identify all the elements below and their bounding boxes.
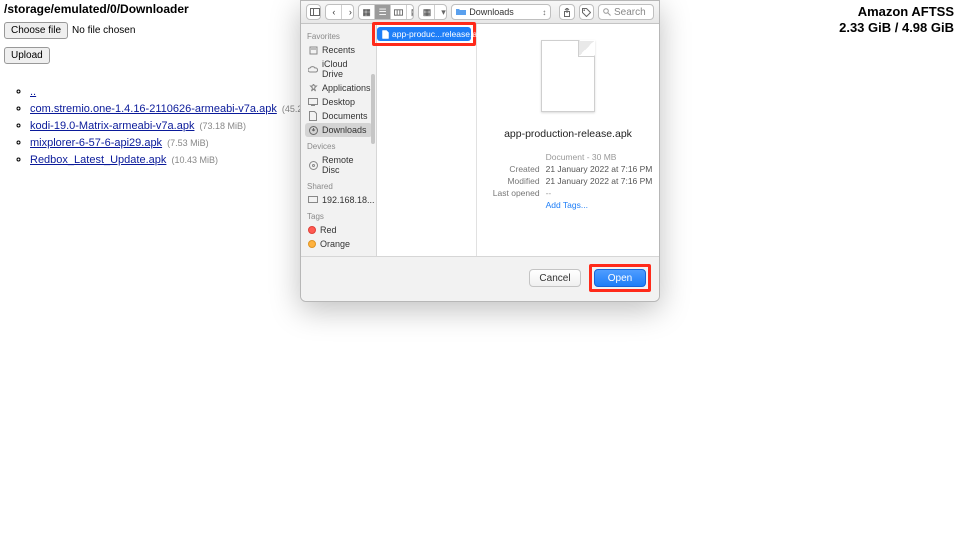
no-file-label: No file chosen bbox=[72, 25, 135, 36]
sidebar-item-label: Applications bbox=[322, 83, 371, 93]
chevron-up-down-icon: ↕ bbox=[542, 8, 546, 17]
file-preview-icon bbox=[541, 40, 595, 112]
sidebar-item-downloads[interactable]: Downloads bbox=[305, 123, 372, 137]
file-metadata: Document - 30 MB Created 21 January 2022 … bbox=[484, 152, 653, 210]
finder-toolbar: ‹ › ▦ ☰ ▤ ▦ ▾ Downloads ↕ bbox=[301, 1, 659, 24]
path-label: Downloads bbox=[469, 7, 514, 17]
sidebar-item-tag-red[interactable]: Red bbox=[305, 223, 372, 237]
sidebar-item-documents[interactable]: Documents bbox=[305, 109, 372, 123]
file-column[interactable]: app-produc...release.apk bbox=[377, 24, 477, 256]
add-tags-link[interactable]: Add Tags... bbox=[546, 200, 588, 210]
file-link[interactable]: mixplorer-6-57-6-api29.apk bbox=[30, 137, 162, 149]
file-size: (7.53 MiB) bbox=[167, 138, 209, 148]
highlight-open-button: Open bbox=[589, 264, 651, 292]
open-button[interactable]: Open bbox=[594, 269, 646, 287]
dialog-footer: Cancel Open bbox=[301, 256, 659, 301]
share-icon bbox=[563, 8, 571, 17]
sidebar-head-shared: Shared bbox=[307, 182, 372, 191]
view-icon-gallery[interactable]: ▤ bbox=[407, 5, 414, 19]
folder-icon bbox=[456, 8, 466, 16]
meta-lastopened-label: Last opened bbox=[484, 188, 540, 198]
clock-icon bbox=[308, 45, 318, 55]
download-icon bbox=[308, 125, 318, 135]
device-info: Amazon AFTSS 2.33 GiB / 4.98 GiB bbox=[839, 4, 954, 37]
file-link[interactable]: com.stremio.one-1.4.16-2110626-armeabi-v… bbox=[30, 103, 277, 115]
monitor-icon bbox=[308, 195, 318, 205]
sidebar-item-label: iCloud Drive bbox=[322, 59, 369, 79]
group-menu[interactable]: ▦ ▾ bbox=[418, 4, 447, 20]
device-model: Amazon AFTSS bbox=[839, 4, 954, 20]
sidebar-item-label: Documents bbox=[322, 111, 368, 121]
sidebar-item-applications[interactable]: Applications bbox=[305, 81, 372, 95]
meta-modified-value: 21 January 2022 at 7:16 PM bbox=[546, 176, 653, 186]
sidebar-item-label: Desktop bbox=[322, 97, 355, 107]
tags-button[interactable] bbox=[579, 4, 594, 20]
sidebar-scrollbar[interactable] bbox=[371, 74, 375, 144]
search-placeholder: Search bbox=[614, 7, 646, 18]
desktop-icon bbox=[308, 97, 318, 107]
view-mode[interactable]: ▦ ☰ ▤ bbox=[358, 4, 414, 20]
sidebar-head-favorites: Favorites bbox=[307, 32, 372, 41]
file-icon bbox=[382, 30, 389, 39]
document-icon bbox=[308, 111, 318, 121]
file-size: (73.18 MiB) bbox=[200, 121, 247, 131]
meta-kind-size: Document - 30 MB bbox=[546, 152, 653, 162]
file-size: (10.43 MiB) bbox=[171, 155, 218, 165]
meta-modified-label: Modified bbox=[484, 176, 540, 186]
back-icon[interactable]: ‹ bbox=[326, 5, 342, 19]
file-link[interactable]: kodi-19.0-Matrix-armeabi-v7a.apk bbox=[30, 120, 194, 132]
disc-icon bbox=[308, 160, 318, 170]
selected-file-label: app-produc...release.apk bbox=[392, 29, 486, 39]
search-icon bbox=[603, 8, 611, 16]
nav-buttons[interactable]: ‹ › bbox=[325, 4, 354, 20]
highlight-selected-file: app-produc...release.apk bbox=[372, 22, 476, 46]
sidebar-item-icloud[interactable]: iCloud Drive bbox=[305, 57, 372, 81]
tag-dot-red bbox=[308, 226, 316, 234]
sidebar-icon bbox=[307, 5, 321, 19]
detail-pane: app-production-release.apk Document - 30… bbox=[477, 24, 659, 256]
storage-status: 2.33 GiB / 4.98 GiB bbox=[839, 20, 954, 36]
tag-dot-orange bbox=[308, 240, 316, 248]
sidebar-item-label: Downloads bbox=[322, 125, 367, 135]
detail-filename: app-production-release.apk bbox=[504, 128, 632, 140]
meta-lastopened-value: -- bbox=[546, 188, 653, 198]
view-icon-columns[interactable] bbox=[391, 5, 407, 19]
sidebar-head-tags: Tags bbox=[307, 212, 372, 221]
sidebar-item-desktop[interactable]: Desktop bbox=[305, 95, 372, 109]
sidebar-item-tag-orange[interactable]: Orange bbox=[305, 237, 372, 251]
sidebar-item-shared-host[interactable]: 192.168.18...⏏ bbox=[305, 193, 372, 207]
sidebar-toggle[interactable] bbox=[306, 4, 321, 20]
sidebar-item-remotedisc[interactable]: Remote Disc bbox=[305, 153, 372, 177]
meta-created-label: Created bbox=[484, 164, 540, 174]
cancel-button[interactable]: Cancel bbox=[529, 269, 581, 287]
app-icon bbox=[308, 83, 318, 93]
file-link[interactable]: Redbox_Latest_Update.apk bbox=[30, 154, 166, 166]
finder-sidebar: Favorites Recents iCloud Drive Applicati… bbox=[301, 24, 377, 256]
sidebar-head-devices: Devices bbox=[307, 142, 372, 151]
upload-button[interactable]: Upload bbox=[4, 47, 50, 64]
sidebar-item-label: Remote Disc bbox=[322, 155, 369, 175]
chevron-down-icon: ▾ bbox=[435, 5, 447, 19]
file-open-dialog: ‹ › ▦ ☰ ▤ ▦ ▾ Downloads ↕ bbox=[300, 0, 660, 302]
group-icon: ▦ bbox=[419, 5, 435, 19]
share-button[interactable] bbox=[559, 4, 574, 20]
path-dropdown[interactable]: Downloads ↕ bbox=[451, 4, 551, 20]
search-field[interactable]: Search bbox=[598, 4, 654, 20]
view-icon-grid[interactable]: ▦ bbox=[359, 5, 375, 19]
tag-icon bbox=[582, 8, 591, 17]
forward-icon[interactable]: › bbox=[342, 5, 354, 19]
choose-file-button[interactable]: Choose file bbox=[4, 22, 68, 39]
sidebar-item-label: Recents bbox=[322, 45, 355, 55]
cloud-icon bbox=[308, 64, 318, 74]
parent-dir-link[interactable]: .. bbox=[30, 86, 36, 98]
sidebar-item-recents[interactable]: Recents bbox=[305, 43, 372, 57]
view-icon-list[interactable]: ☰ bbox=[375, 5, 391, 19]
sidebar-item-label: Orange bbox=[320, 239, 350, 249]
meta-created-value: 21 January 2022 at 7:16 PM bbox=[546, 164, 653, 174]
selected-file-row[interactable]: app-produc...release.apk bbox=[377, 27, 471, 41]
sidebar-item-label: 192.168.18... bbox=[322, 195, 375, 205]
sidebar-item-label: Red bbox=[320, 225, 337, 235]
